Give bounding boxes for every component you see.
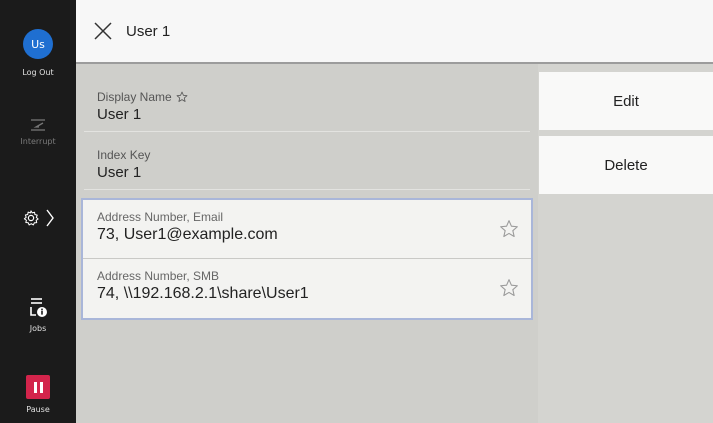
- avatar: Us: [23, 29, 53, 59]
- settings-button[interactable]: [0, 209, 76, 227]
- interrupt-button[interactable]: Interrupt: [0, 119, 76, 146]
- pause-label: Pause: [26, 405, 50, 414]
- display-name-value: User 1: [97, 106, 142, 123]
- address-smb-row[interactable]: Address Number, SMB 74, \\192.168.2.1\sh…: [83, 259, 531, 318]
- header: User 1: [76, 0, 713, 64]
- action-panel: Edit Delete: [538, 64, 713, 423]
- close-x-icon: [94, 22, 112, 40]
- index-key-field: Index Key User 1: [84, 134, 530, 190]
- address-email-value: 73, User1@example.com: [97, 226, 278, 243]
- jobs-label: Jobs: [29, 324, 47, 333]
- star-outline-icon: [176, 91, 188, 102]
- pause-icon: [26, 375, 50, 399]
- jobs-printer-info-icon: [30, 298, 47, 317]
- delete-button[interactable]: Delete: [539, 136, 713, 194]
- star-outline-icon[interactable]: [499, 278, 519, 298]
- close-button[interactable]: [88, 16, 118, 46]
- index-key-label: Index Key: [97, 148, 151, 162]
- star-outline-icon[interactable]: [499, 219, 519, 239]
- address-smb-label: Address Number, SMB: [97, 269, 220, 283]
- address-email-row[interactable]: Address Number, Email 73, User1@example.…: [83, 200, 531, 259]
- index-key-value: User 1: [97, 164, 142, 181]
- settings-gear-icon: [23, 210, 39, 226]
- display-name-label: Display Name: [97, 90, 172, 104]
- address-email-label: Address Number, Email: [97, 210, 224, 224]
- jobs-button[interactable]: Jobs: [0, 296, 76, 333]
- address-smb-value: 74, \\192.168.2.1\share\User1: [97, 285, 309, 302]
- app-window: Us Log Out Interrupt Jobs Pause User 1 D…: [0, 0, 713, 423]
- display-name-field: Display Name User 1: [84, 76, 530, 132]
- logout-label: Log Out: [22, 68, 54, 77]
- interrupt-label: Interrupt: [20, 137, 56, 146]
- page-title: User 1: [126, 22, 171, 40]
- pause-button[interactable]: Pause: [0, 375, 76, 414]
- chevron-right-icon: [46, 209, 54, 227]
- sidebar: Us Log Out Interrupt Jobs Pause: [0, 0, 76, 423]
- interrupt-icon: [31, 119, 45, 131]
- display-name-label-row: Display Name: [97, 90, 530, 104]
- edit-button[interactable]: Edit: [539, 72, 713, 130]
- address-group: Address Number, Email 73, User1@example.…: [81, 198, 533, 320]
- user-detail-panel: Display Name User 1 Index Key User 1 Add…: [76, 64, 538, 423]
